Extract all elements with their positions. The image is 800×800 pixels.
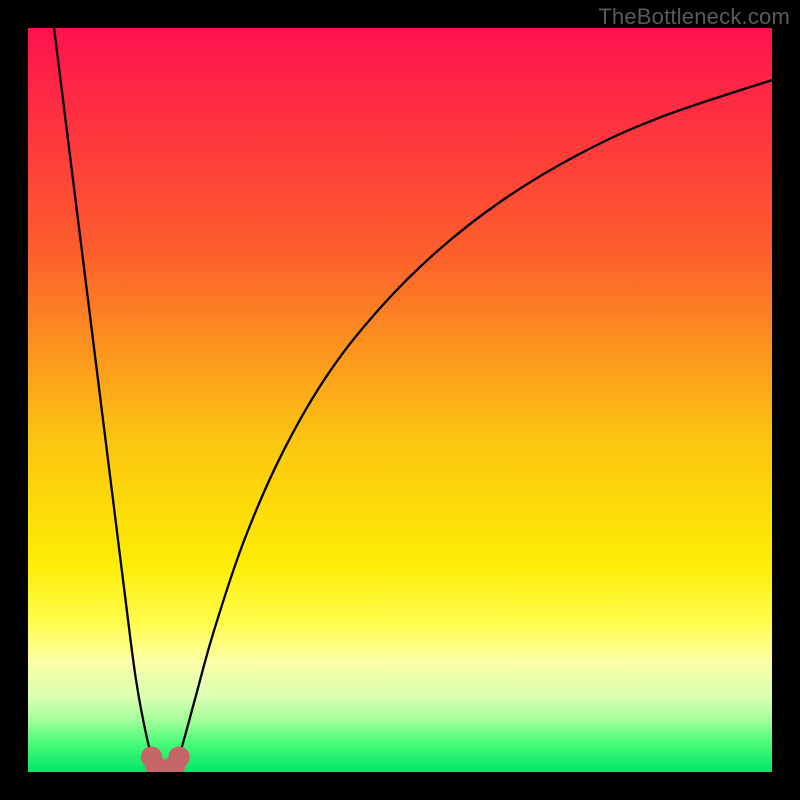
chart-frame: TheBottleneck.com bbox=[0, 0, 800, 800]
valley-marker bbox=[168, 746, 189, 767]
chart-svg bbox=[28, 28, 772, 772]
gradient-background bbox=[28, 28, 772, 772]
plot-area bbox=[28, 28, 772, 772]
watermark-text: TheBottleneck.com bbox=[598, 4, 790, 30]
